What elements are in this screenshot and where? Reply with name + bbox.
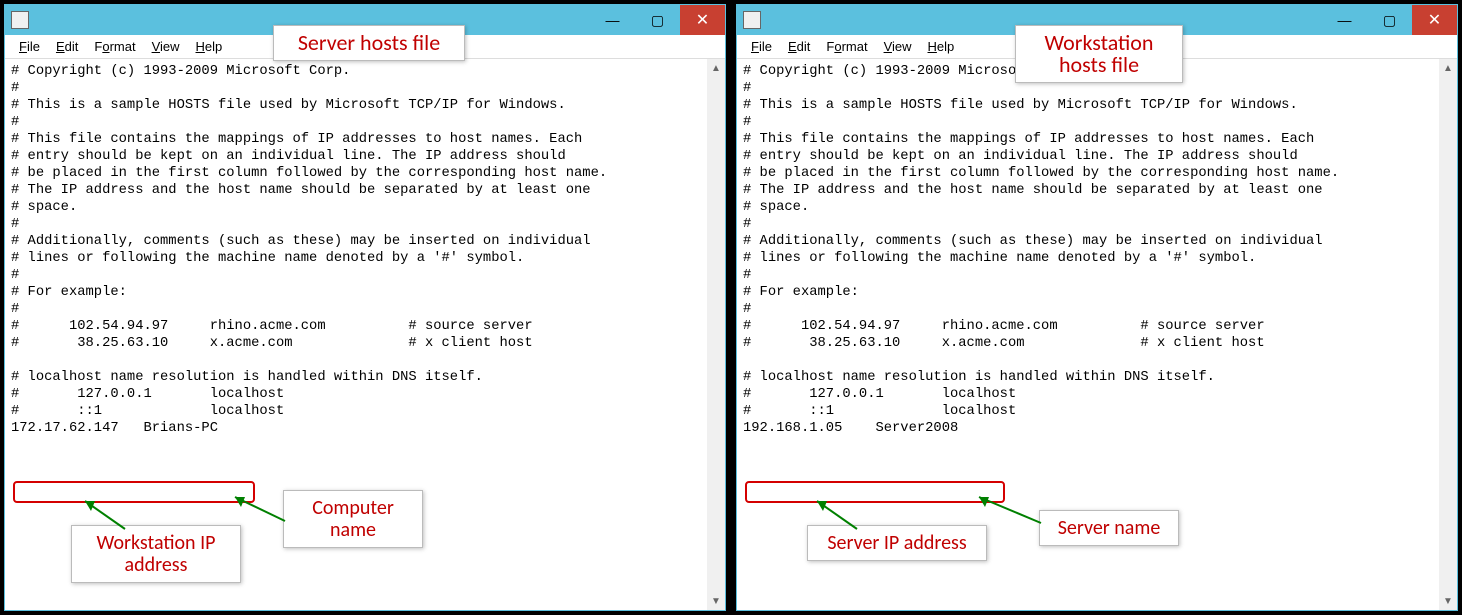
annotation-server-ip: Server IP address [807,525,987,561]
close-button[interactable]: ✕ [1412,5,1457,35]
menu-edit[interactable]: Edit [780,37,818,56]
close-button[interactable]: ✕ [680,5,725,35]
menu-format[interactable]: Format [818,37,875,56]
scroll-up-icon[interactable]: ▲ [707,59,725,77]
menu-help[interactable]: Help [920,37,963,56]
notepad-icon [11,11,29,29]
menu-file[interactable]: File [743,37,780,56]
vertical-scrollbar[interactable]: ▲ ▼ [1439,59,1457,610]
menu-view[interactable]: View [876,37,920,56]
notepad-window-server: — ▢ ✕ File Edit Format View Help # Copyr… [4,4,726,611]
scroll-down-icon[interactable]: ▼ [1439,592,1457,610]
annotation-computer-name: Computer name [283,490,423,548]
annotation-server-name: Server name [1039,510,1179,546]
highlight-hosts-entry [745,481,1005,503]
menu-file[interactable]: File [11,37,48,56]
menu-format[interactable]: Format [86,37,143,56]
notepad-window-workstation: — ▢ ✕ File Edit Format View Help # Copyr… [736,4,1458,611]
menu-edit[interactable]: Edit [48,37,86,56]
menu-help[interactable]: Help [188,37,231,56]
minimize-button[interactable]: — [590,5,635,35]
annotation-workstation-ip: Workstation IP address [71,525,241,583]
scroll-down-icon[interactable]: ▼ [707,592,725,610]
minimize-button[interactable]: — [1322,5,1367,35]
maximize-button[interactable]: ▢ [635,5,680,35]
scroll-up-icon[interactable]: ▲ [1439,59,1457,77]
menu-view[interactable]: View [144,37,188,56]
notepad-icon [743,11,761,29]
vertical-scrollbar[interactable]: ▲ ▼ [707,59,725,610]
annotation-heading: Workstation hosts file [1015,25,1183,83]
maximize-button[interactable]: ▢ [1367,5,1412,35]
annotation-heading: Server hosts file [273,25,465,61]
highlight-hosts-entry [13,481,255,503]
